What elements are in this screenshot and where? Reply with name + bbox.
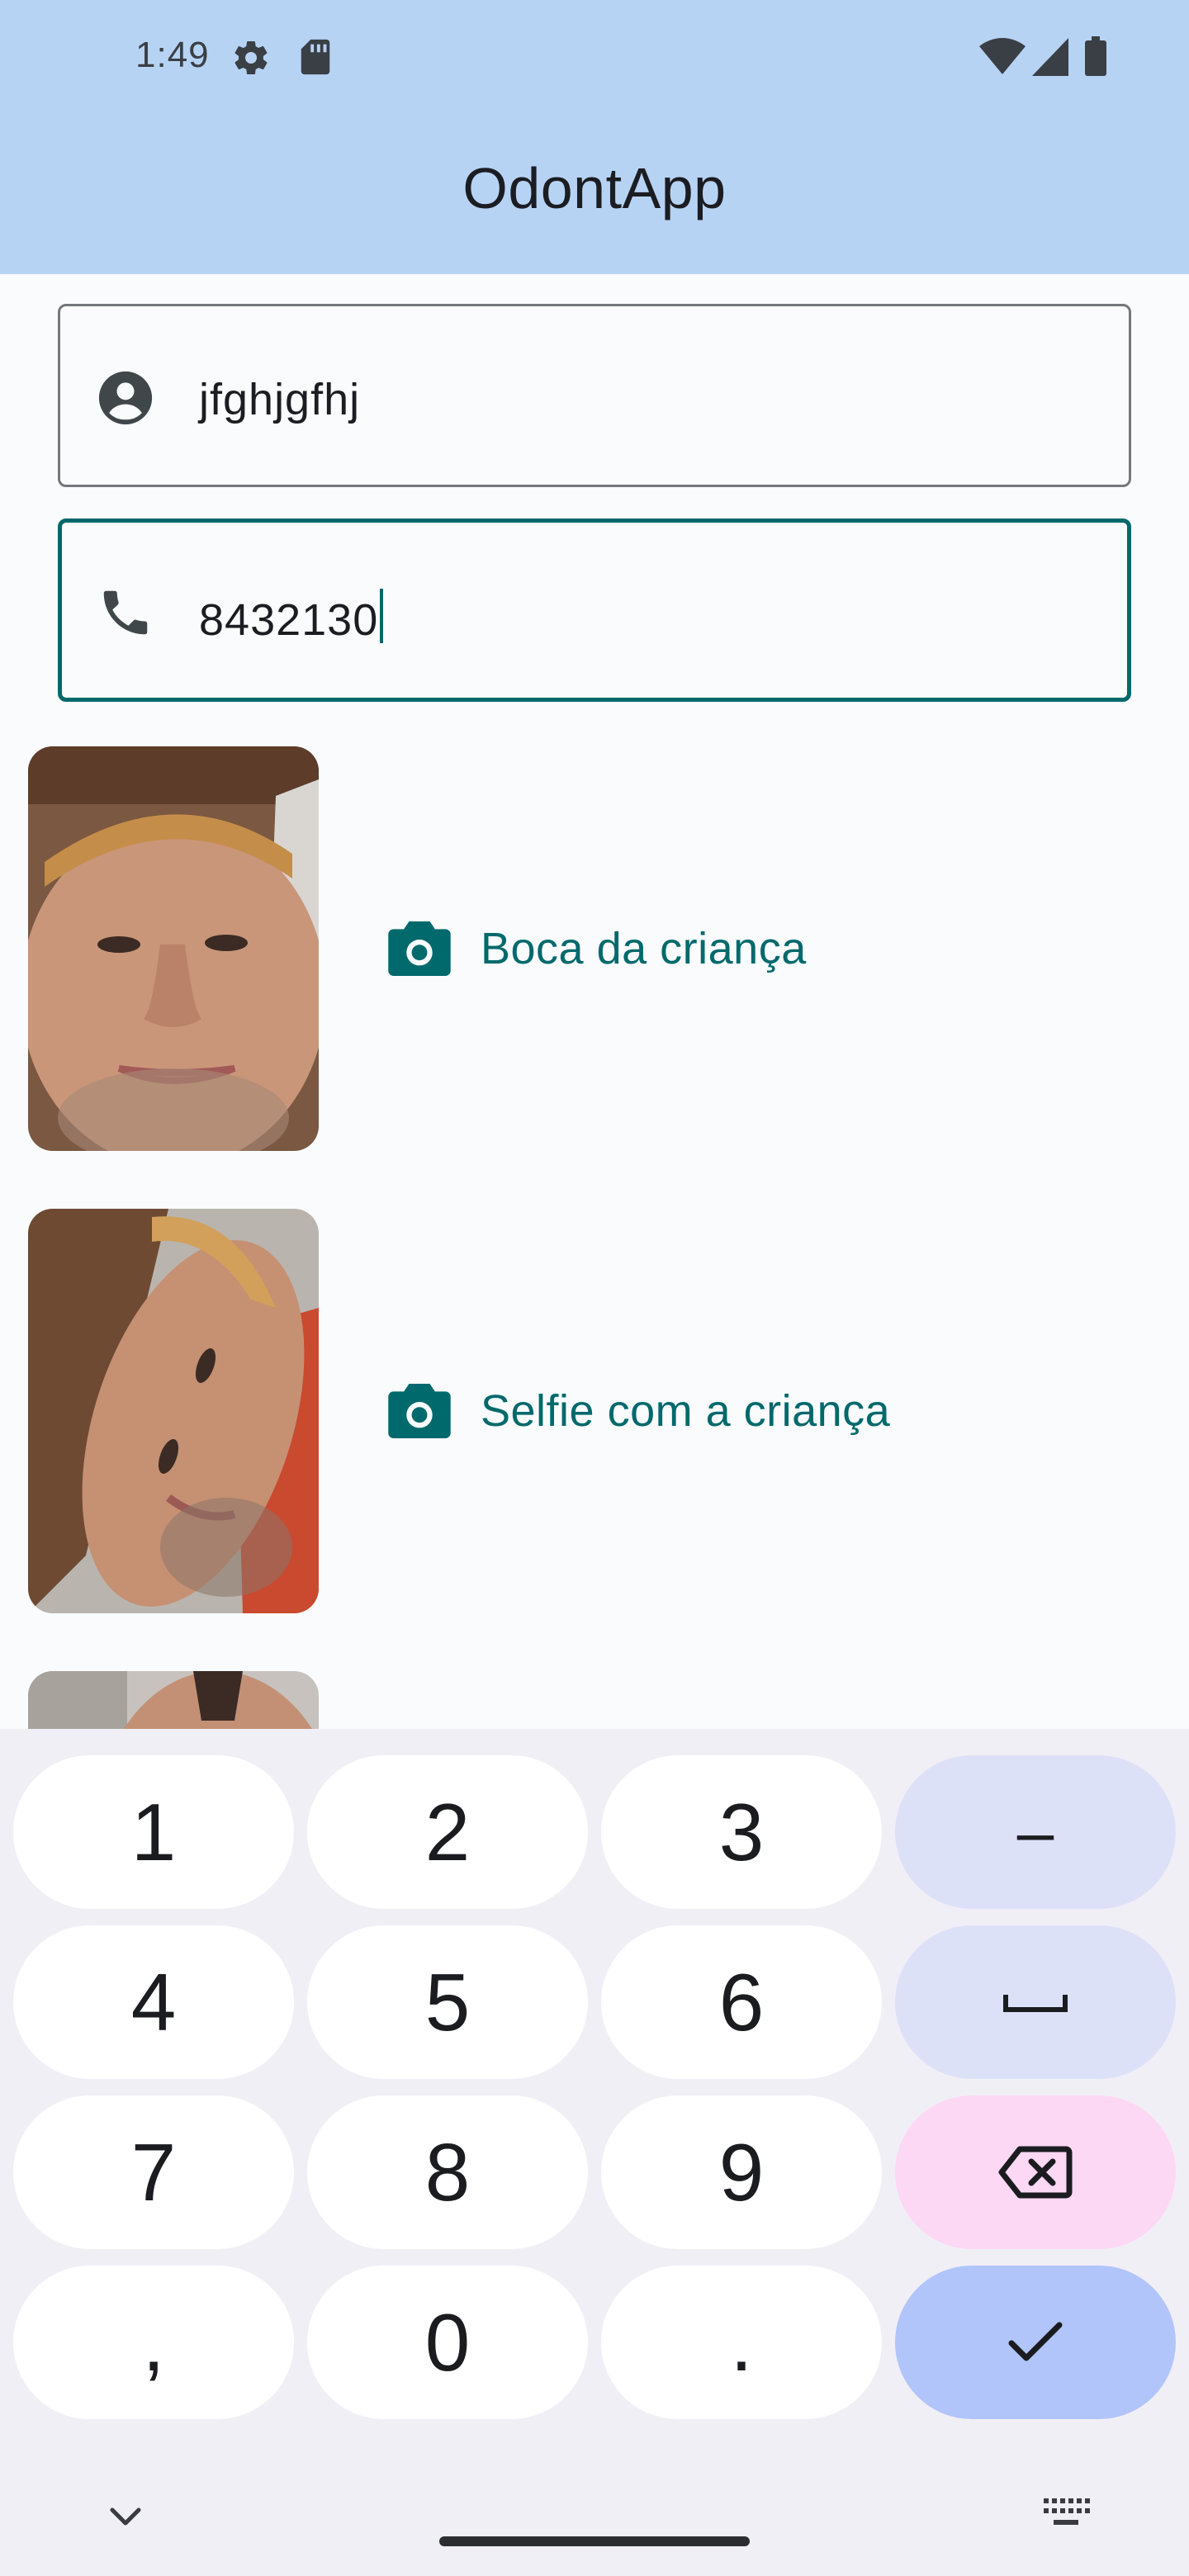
checkmark-icon (1008, 2322, 1063, 2361)
key-2[interactable]: 2 (307, 1755, 588, 1909)
mouth-photo-thumbnail[interactable] (28, 746, 319, 1151)
key-comma[interactable]: , (13, 2266, 294, 2419)
app-bar: 1:49 OdontApp (0, 0, 1189, 274)
camera-icon (388, 1384, 451, 1438)
wifi-icon (979, 38, 1026, 74)
key-7[interactable]: 7 (13, 2095, 294, 2249)
numeric-keyboard: 1 2 3 – 4 5 6 7 8 9 , 0 . (0, 1729, 1189, 2576)
signal-icon (1032, 38, 1068, 76)
key-0[interactable]: 0 (307, 2266, 588, 2419)
status-time: 1:49 (135, 35, 210, 75)
chevron-down-icon[interactable] (102, 2502, 149, 2535)
space-icon (1003, 1995, 1068, 2012)
key-backspace[interactable] (895, 2095, 1176, 2249)
key-1[interactable]: 1 (13, 1755, 294, 1909)
key-3[interactable]: 3 (601, 1755, 882, 1909)
camera-icon (388, 921, 451, 976)
key-done[interactable] (895, 2266, 1176, 2419)
gear-icon (234, 41, 268, 75)
key-6[interactable]: 6 (601, 1925, 882, 2079)
key-8[interactable]: 8 (307, 2095, 588, 2249)
key-9[interactable]: 9 (601, 2095, 882, 2249)
photo-row-selfie: Selfie com a criança (0, 1209, 1189, 1613)
keyboard-icon[interactable] (1042, 2495, 1090, 2531)
selfie-photo-image (28, 1209, 319, 1613)
mouth-photo-label: Boca da criança (481, 924, 807, 973)
name-value: jfghjgfhj (199, 375, 361, 424)
photo-row-mouth: Boca da criança (0, 746, 1189, 1151)
key-period[interactable]: . (601, 2266, 882, 2419)
screen: 1:49 OdontApp jfghjgfhj 8432130 Boca da … (0, 0, 1189, 2576)
phone-value-wrap: 8432130 (199, 589, 384, 646)
key-5[interactable]: 5 (307, 1925, 588, 2079)
key-4[interactable]: 4 (13, 1925, 294, 2079)
sd-card-icon (301, 39, 330, 75)
app-title: OdontApp (462, 156, 727, 220)
mouth-photo-button[interactable]: Boca da criança (388, 912, 807, 986)
phone-value: 8432130 (199, 595, 379, 645)
mouth-photo-image (28, 746, 319, 1151)
selfie-photo-thumbnail[interactable] (28, 1209, 319, 1613)
backspace-icon (998, 2146, 1073, 2199)
person-circle-icon (98, 371, 153, 425)
gesture-handle[interactable] (439, 2536, 750, 2546)
key-space[interactable] (895, 1925, 1176, 2079)
text-caret (380, 589, 384, 643)
phone-icon (103, 590, 148, 635)
phone-field[interactable]: 8432130 (58, 519, 1131, 702)
selfie-photo-button[interactable]: Selfie com a criança (388, 1374, 890, 1448)
battery-icon (1085, 36, 1106, 76)
name-field[interactable]: jfghjgfhj (58, 304, 1131, 487)
selfie-photo-label: Selfie com a criança (481, 1386, 891, 1436)
key-dash[interactable]: – (895, 1755, 1176, 1909)
